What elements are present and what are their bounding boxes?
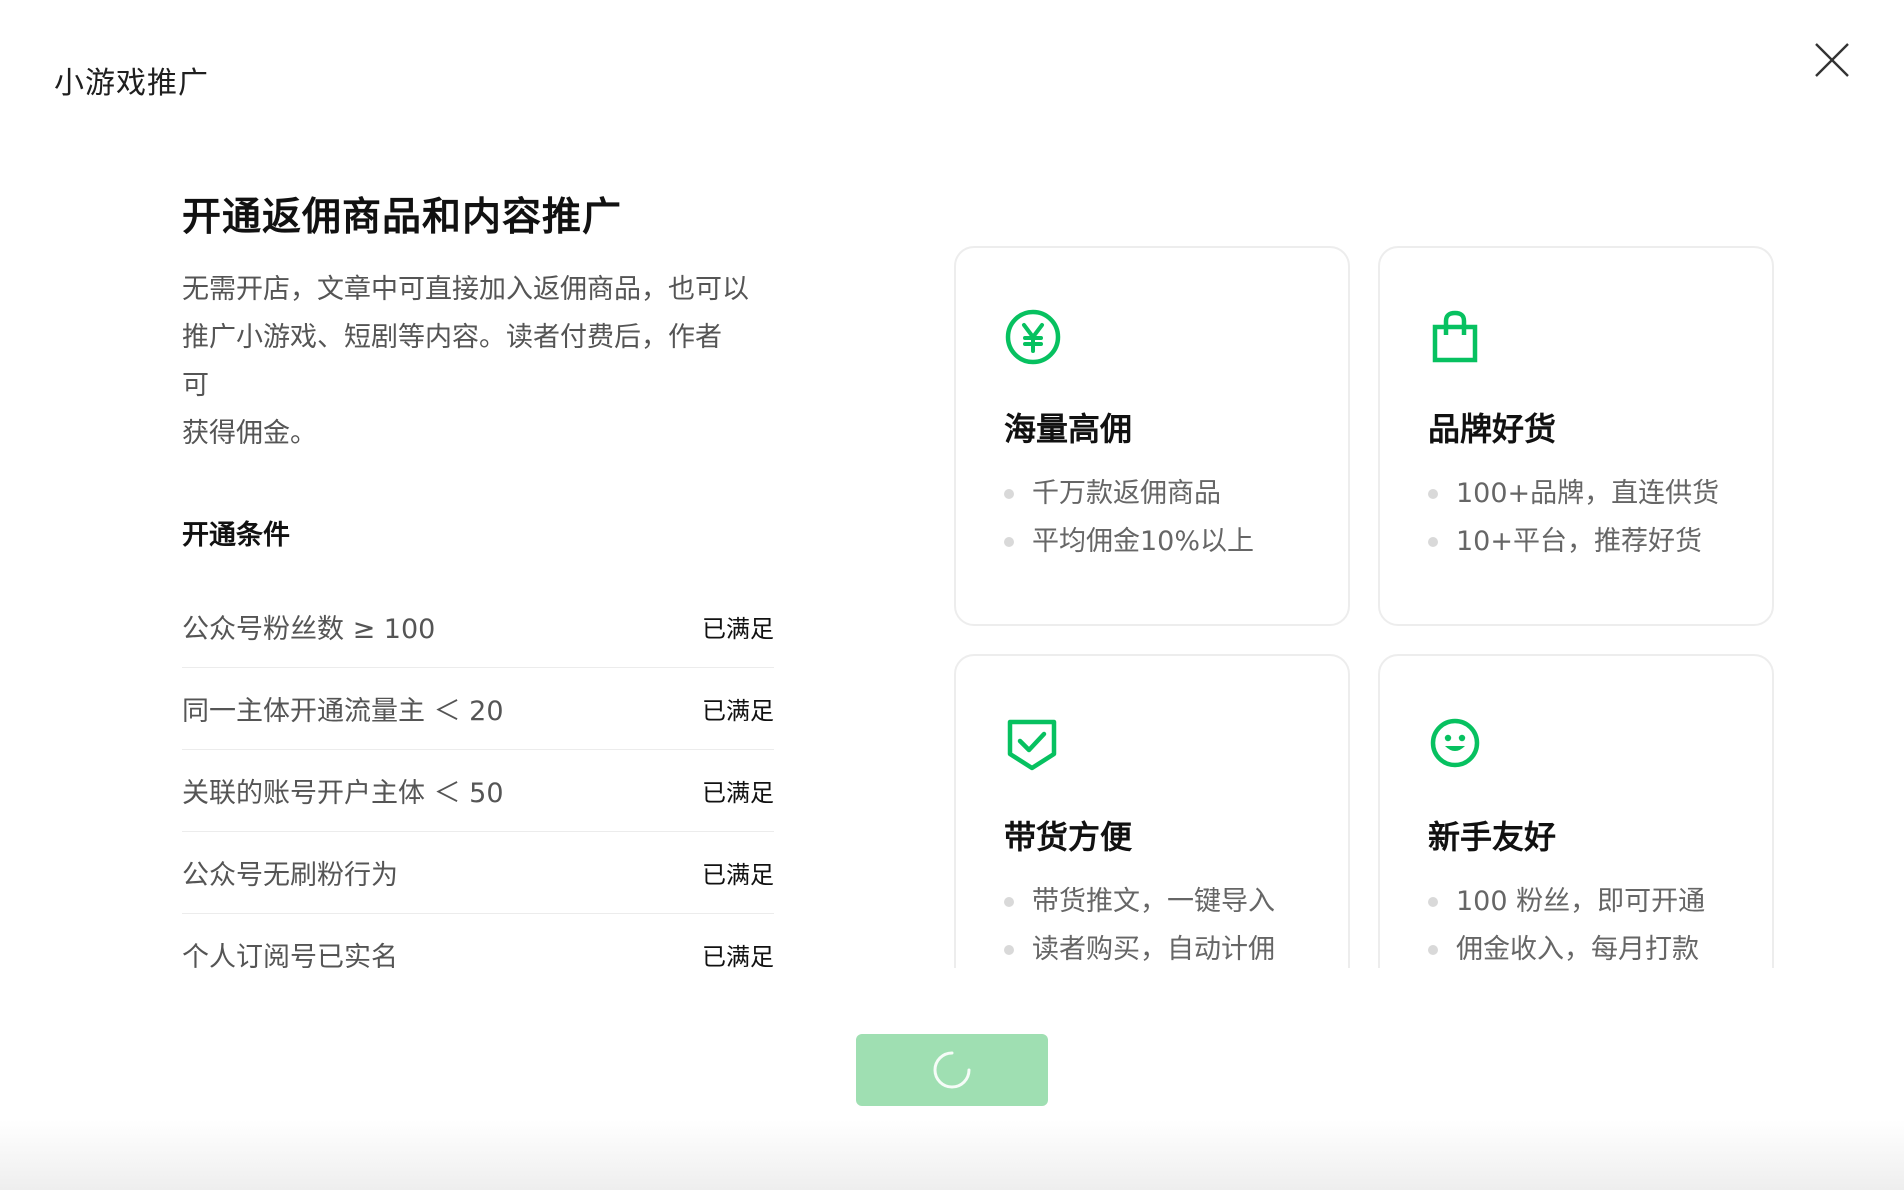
condition-label: 关联的账号开户主体 ＜ 50 <box>182 778 504 809</box>
close-icon <box>1815 43 1849 77</box>
bullet-dot <box>1004 537 1014 547</box>
point-text: 千万款返佣商品 <box>1032 478 1221 509</box>
card-title: 新手友好 <box>1428 818 1557 856</box>
dialog-title: 小游戏推广 <box>54 66 209 101</box>
description-line: 无需开店，文章中可直接加入返佣商品，也可以 <box>182 274 749 305</box>
description-line: 获得佣金。 <box>182 418 317 449</box>
bullet-dot <box>1428 537 1438 547</box>
shield-check-icon <box>1004 716 1062 774</box>
intro-headline: 开通返佣商品和内容推广 <box>182 195 623 240</box>
condition-row: 关联的账号开户主体 ＜ 50 已满足 <box>182 750 774 832</box>
intro-section: 开通返佣商品和内容推广 无需开店，文章中可直接加入返佣商品，也可以 推广小游戏、… <box>182 186 792 458</box>
close-button[interactable] <box>1810 38 1854 82</box>
condition-status: 已满足 <box>702 697 774 725</box>
list-item: 读者购买，自动计佣 <box>1004 926 1275 968</box>
point-text: 读者购买，自动计佣 <box>1032 934 1275 965</box>
bullet-dot <box>1004 897 1014 907</box>
condition-row: 公众号粉丝数 ≥ 100 已满足 <box>182 586 774 668</box>
card-points: 100 粉丝，即可开通 佣金收入，每月打款 <box>1428 878 1705 968</box>
point-text: 100 粉丝，即可开通 <box>1456 886 1706 917</box>
shopping-bag-icon <box>1428 308 1486 366</box>
benefit-card-easy-selling: 带货方便 带货推文，一键导入 读者购买，自动计佣 <box>954 654 1350 968</box>
condition-label: 同一主体开通流量主 ＜ 20 <box>182 696 504 727</box>
point-text: 平均佣金10%以上 <box>1032 526 1255 557</box>
point-text: 佣金收入，每月打款 <box>1456 934 1699 965</box>
bullet-dot <box>1428 897 1438 907</box>
condition-status: 已满足 <box>702 615 774 643</box>
card-points: 千万款返佣商品 平均佣金10%以上 <box>1004 470 1254 566</box>
list-item: 100 粉丝，即可开通 <box>1428 878 1705 926</box>
benefit-card-beginner-friendly: 新手友好 100 粉丝，即可开通 佣金收入，每月打款 <box>1378 654 1774 968</box>
card-title: 品牌好货 <box>1428 410 1557 448</box>
card-title: 海量高佣 <box>1004 410 1133 448</box>
card-points: 100+品牌，直连供货 10+平台，推荐好货 <box>1428 470 1719 566</box>
point-text: 带货推文，一键导入 <box>1032 886 1275 917</box>
bullet-dot <box>1428 489 1438 499</box>
condition-label: 公众号无刷粉行为 <box>182 860 398 891</box>
conditions-title: 开通条件 <box>182 520 290 551</box>
benefit-card-brand-goods: 品牌好货 100+品牌，直连供货 10+平台，推荐好货 <box>1378 246 1774 626</box>
yuan-coin-icon <box>1004 308 1062 366</box>
list-item: 平均佣金10%以上 <box>1004 518 1254 566</box>
list-item: 带货推文，一键导入 <box>1004 878 1275 926</box>
condition-label: 公众号粉丝数 ≥ 100 <box>182 614 436 645</box>
condition-label: 个人订阅号已实名 <box>182 942 398 968</box>
list-item: 佣金收入，每月打款 <box>1428 926 1705 968</box>
list-item: 100+品牌，直连供货 <box>1428 470 1719 518</box>
benefit-card-high-commission: 海量高佣 千万款返佣商品 平均佣金10%以上 <box>954 246 1350 626</box>
smile-icon <box>1428 716 1486 774</box>
condition-row: 个人订阅号已实名 已满足 <box>182 914 774 968</box>
intro-description: 无需开店，文章中可直接加入返佣商品，也可以 推广小游戏、短剧等内容。读者付费后，… <box>182 266 792 458</box>
promotion-dialog: 小游戏推广 开通返佣商品和内容推广 无需开店，文章中可直接加入返佣商品，也可以 … <box>0 0 1904 1190</box>
benefit-cards: 海量高佣 千万款返佣商品 平均佣金10%以上 品牌好货 100+品牌，直连供货 … <box>954 246 1774 968</box>
conditions-list: 公众号粉丝数 ≥ 100 已满足 同一主体开通流量主 ＜ 20 已满足 关联的账… <box>182 586 774 968</box>
description-line: 可 <box>182 370 209 401</box>
description-line: 推广小游戏、短剧等内容。读者付费后，作者 <box>182 322 722 353</box>
list-item: 10+平台，推荐好货 <box>1428 518 1719 566</box>
bullet-dot <box>1004 489 1014 499</box>
condition-status: 已满足 <box>702 943 774 968</box>
bullet-dot <box>1428 945 1438 955</box>
condition-status: 已满足 <box>702 861 774 889</box>
bottom-shadow <box>0 1120 1904 1190</box>
point-text: 10+平台，推荐好货 <box>1456 526 1702 557</box>
condition-row: 同一主体开通流量主 ＜ 20 已满足 <box>182 668 774 750</box>
card-title: 带货方便 <box>1004 818 1133 856</box>
condition-row: 公众号无刷粉行为 已满足 <box>182 832 774 914</box>
condition-status: 已满足 <box>702 779 774 807</box>
list-item: 千万款返佣商品 <box>1004 470 1254 518</box>
loading-spinner-icon <box>933 1051 971 1089</box>
activate-button[interactable] <box>856 1034 1048 1106</box>
point-text: 100+品牌，直连供货 <box>1456 478 1720 509</box>
bullet-dot <box>1004 945 1014 955</box>
card-points: 带货推文，一键导入 读者购买，自动计佣 <box>1004 878 1275 968</box>
